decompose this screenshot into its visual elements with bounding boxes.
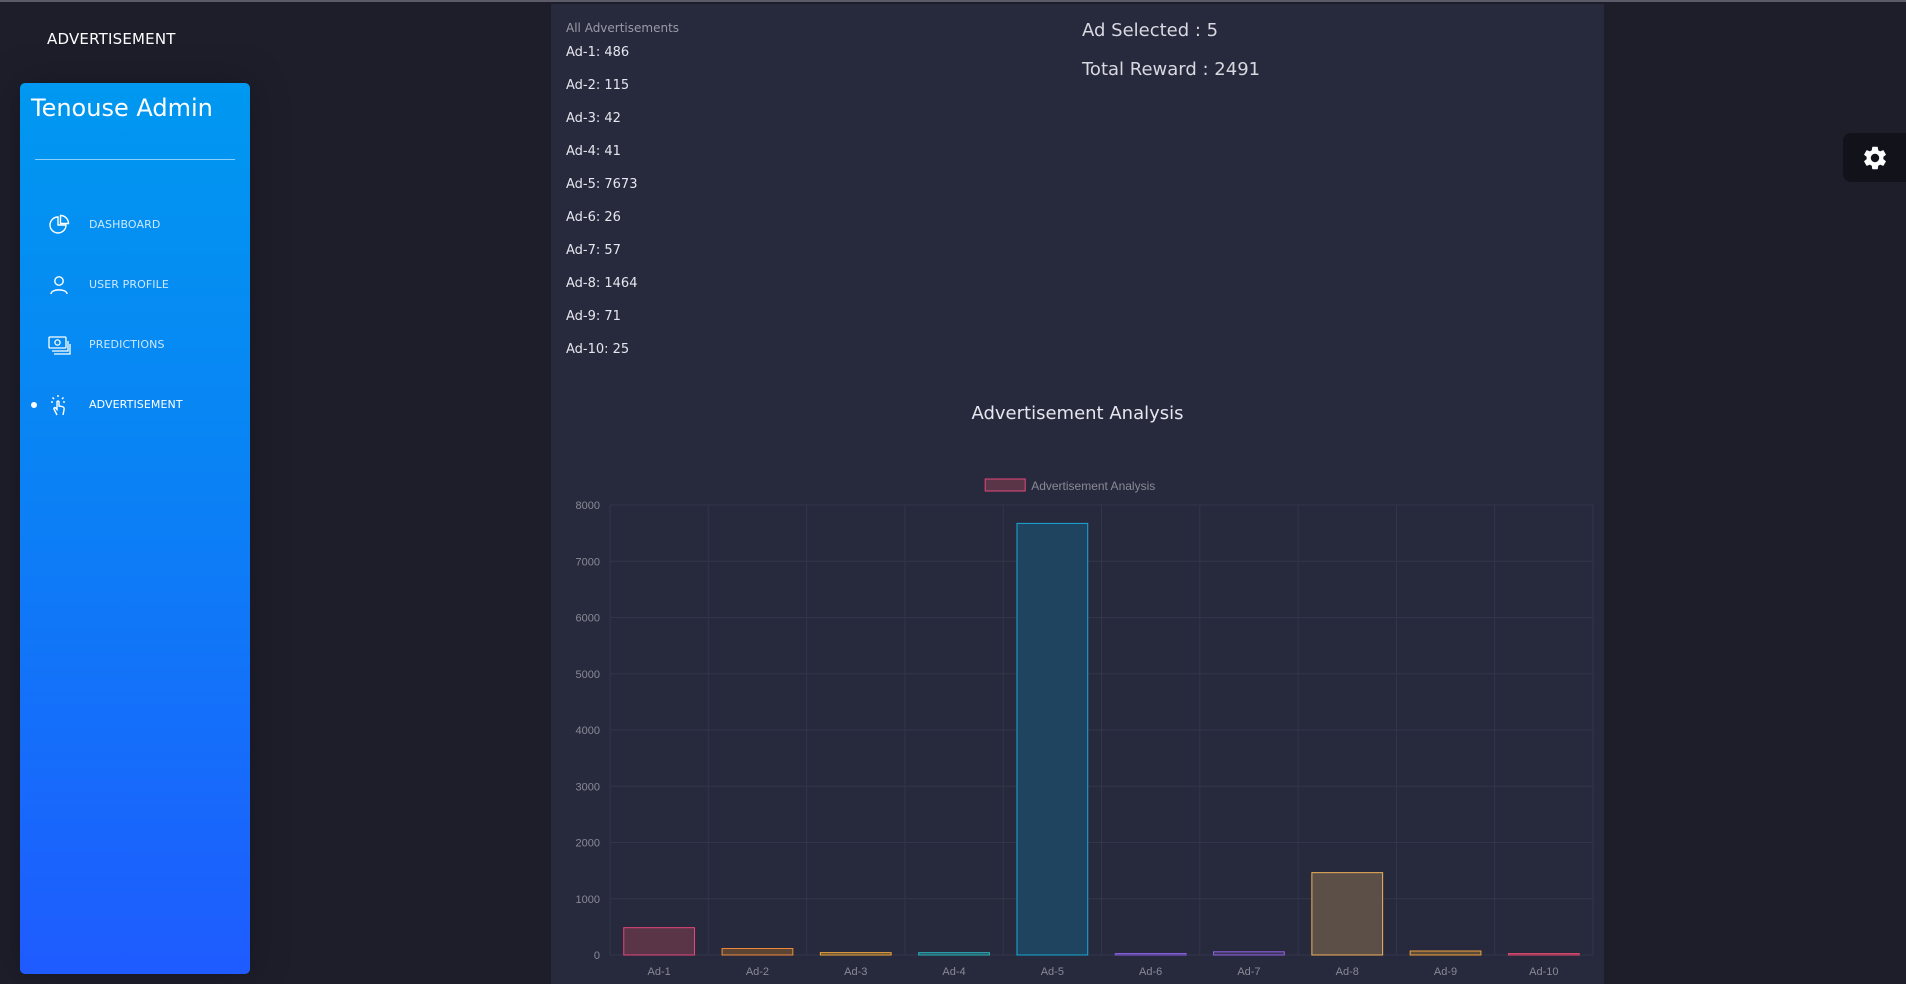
- chart-pie-icon: [47, 213, 71, 237]
- y-tick-label: 4000: [576, 725, 600, 737]
- chart-bar: [1409, 950, 1482, 956]
- sidebar-item-user-profile[interactable]: USER PROFILE: [20, 265, 250, 305]
- sidebar-logo[interactable]: Tenouse Admin: [31, 94, 213, 122]
- active-indicator: [31, 402, 37, 408]
- chart-bar: [721, 948, 794, 956]
- sidebar-item-label: USER PROFILE: [89, 278, 169, 291]
- chart-bar: [1016, 522, 1089, 956]
- x-tick-label: Ad-3: [844, 966, 867, 978]
- y-tick-label: 5000: [576, 669, 600, 681]
- chart-bar: [918, 952, 990, 956]
- y-tick-label: 7000: [576, 556, 600, 568]
- x-tick-label: Ad-10: [1529, 966, 1558, 978]
- bar-chart: 0 1000 2000 3000 4000 5000 6000 7000 8000 Ad-1 Ad-…: [576, 478, 1594, 978]
- chart-bar: [623, 927, 696, 956]
- gear-icon: [1861, 144, 1889, 172]
- y-tick-label: 6000: [576, 613, 600, 625]
- sidebar-item-label: DASHBOARD: [89, 218, 161, 231]
- sidebar-item-advertisement[interactable]: ADVERTISEMENT: [20, 385, 250, 425]
- sidebar-item-label: ADVERTISEMENT: [89, 398, 183, 411]
- x-tick-label: Ad-9: [1434, 966, 1457, 978]
- sidebar-item-label: PREDICTIONS: [89, 338, 165, 351]
- y-tick-label: 1000: [576, 894, 600, 906]
- x-tick-label: Ad-8: [1336, 966, 1359, 978]
- settings-button[interactable]: [1843, 133, 1906, 182]
- tap-icon: [47, 393, 71, 417]
- chart-bar: [1311, 872, 1384, 956]
- chart-bar: [1114, 953, 1187, 956]
- sidebar-divider: [35, 159, 235, 160]
- chart-bar: [1213, 951, 1285, 956]
- sidebar: Tenouse Admin DASHBOARD USER PROFILE PRE…: [20, 83, 250, 974]
- x-tick-label: Ad-7: [1237, 966, 1260, 978]
- chart-bar: [819, 952, 892, 956]
- sidebar-item-dashboard[interactable]: DASHBOARD: [20, 205, 250, 245]
- x-tick-label: Ad-6: [1139, 966, 1162, 978]
- x-tick-label: Ad-2: [746, 966, 769, 978]
- legend-swatch: [984, 478, 1026, 492]
- y-tick-label: 2000: [576, 838, 600, 850]
- y-tick-label: 3000: [576, 781, 600, 793]
- y-tick-label: 0: [594, 950, 600, 962]
- chart-bar: [1507, 953, 1580, 956]
- money-icon: [47, 333, 71, 357]
- x-tick-label: Ad-5: [1041, 966, 1064, 978]
- legend-label: Advertisement Analysis: [1031, 479, 1155, 493]
- x-tick-label: Ad-1: [648, 966, 671, 978]
- user-icon: [47, 273, 71, 297]
- sidebar-item-predictions[interactable]: PREDICTIONS: [20, 325, 250, 365]
- navbar-brand[interactable]: ADVERTISEMENT: [47, 30, 176, 48]
- main-content: All Advertisements Ad-1: 486 Ad-2: 115 A…: [551, 4, 1604, 984]
- y-tick-label: 8000: [576, 500, 600, 512]
- top-border: [0, 0, 1906, 2]
- x-tick-label: Ad-4: [942, 966, 965, 978]
